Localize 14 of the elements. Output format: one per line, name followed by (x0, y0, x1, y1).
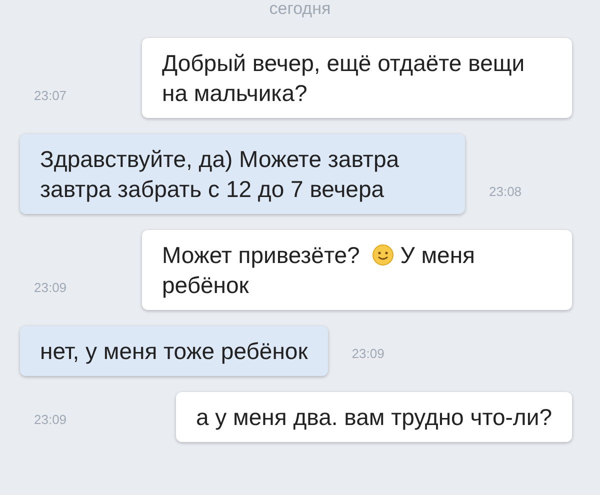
message-time: 23:08 (489, 183, 522, 201)
message-time: 23:09 (352, 345, 384, 363)
message-text: Может привезёте? (162, 242, 360, 268)
date-header: сегодня (269, 0, 331, 20)
message-text: а у меня два. вам трудно что-ли? (196, 404, 552, 430)
message-text: У меня (400, 242, 475, 268)
message-time: 23:07 (34, 87, 67, 105)
smiley-icon (372, 244, 394, 266)
message-text: Добрый вечер, ещё отдаёте вещи на мальчика? (162, 50, 525, 106)
message-time: 23:09 (34, 411, 67, 429)
message-time: 23:09 (34, 279, 67, 297)
message-text: Здравствуйте, да) Можете завтра завтра забрать с 12 до 7 вечера (40, 146, 400, 202)
message-text: нет, у меня тоже ребёнок (40, 338, 308, 364)
message-text: ребёнок (162, 272, 249, 298)
